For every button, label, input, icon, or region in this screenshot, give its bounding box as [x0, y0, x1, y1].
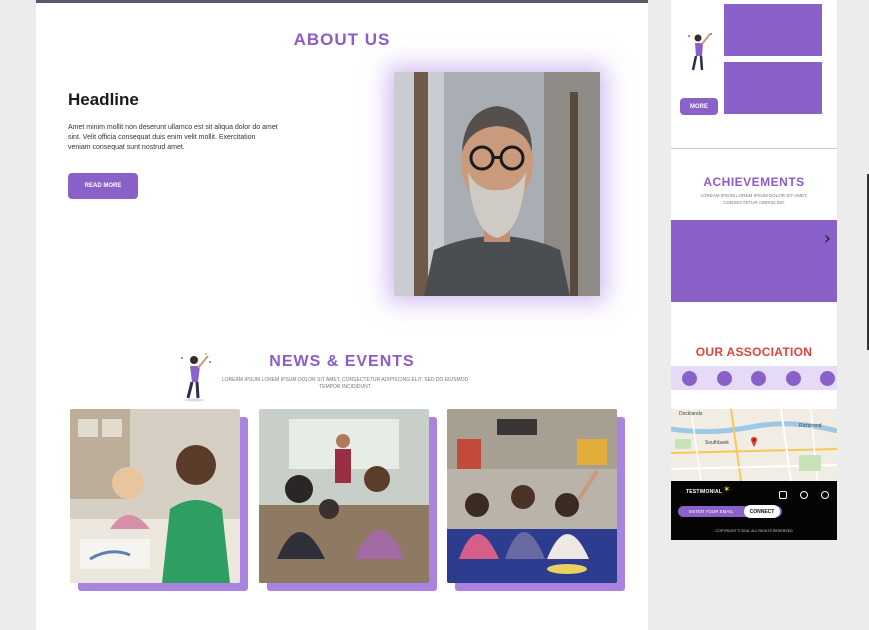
sidebar-panel: MORE ACHIEVEMENTS LOREAM IPSUM LOREM IPS… [671, 0, 837, 540]
news-card-image [70, 409, 240, 583]
headline: Headline [68, 90, 139, 109]
about-body-text: Amet minim mollit non deserunt ullamco e… [68, 124, 278, 151]
chevron-right-icon[interactable]: › [824, 228, 831, 249]
sidebar-box [724, 62, 822, 114]
top-image-strip [36, 0, 648, 3]
copyright-text: COPYRIGHT © 2016. ALL RIGHTS RESERVED [715, 529, 793, 533]
news-card[interactable] [259, 409, 437, 591]
star-icon: ✶ [723, 485, 731, 495]
news-illustration [176, 348, 216, 404]
map-label: Southbank [705, 440, 729, 446]
read-more-button[interactable]: READ MORE [68, 173, 138, 199]
news-subtitle: LOREAM IPSUM LOREM IPSUM DOLOR SIT AMET,… [221, 377, 469, 390]
footer: TESTIMONIAL ✶ ENTER YOUR EMAIL CONNECT C… [671, 481, 837, 540]
news-card-image [259, 409, 429, 583]
sidebar-box [724, 4, 822, 56]
pinterest-icon[interactable] [800, 491, 808, 499]
achievements-title: ACHIEVEMENTS [703, 175, 805, 189]
whatsapp-icon[interactable] [821, 491, 829, 499]
association-title: OUR ASSOCIATION [695, 345, 813, 359]
location-map[interactable]: Docklands Richmond Southbank [671, 409, 837, 481]
association-logos [671, 366, 837, 390]
association-logo[interactable] [751, 371, 766, 386]
testimonial-label[interactable]: TESTIMONIAL [686, 489, 722, 495]
news-title: NEWS & EVENTS [269, 353, 415, 370]
association-logo[interactable] [682, 371, 697, 386]
portrait-image [394, 72, 600, 296]
main-panel: ABOUT US Headline Amet minim mollit non … [36, 0, 648, 630]
instagram-icon[interactable] [779, 491, 787, 499]
news-card-image [447, 409, 617, 583]
achievements-carousel: › [671, 220, 837, 302]
news-card[interactable] [70, 409, 248, 591]
association-logo[interactable] [820, 371, 835, 386]
divider [671, 148, 837, 149]
association-logo[interactable] [717, 371, 732, 386]
association-logo[interactable] [786, 371, 801, 386]
about-title: ABOUT US [293, 30, 391, 49]
map-label: Docklands [679, 411, 703, 417]
connect-button[interactable]: CONNECT [744, 505, 780, 518]
news-card[interactable] [447, 409, 625, 591]
map-label: Richmond [799, 423, 822, 429]
more-button[interactable]: MORE [680, 98, 718, 115]
achievements-subtitle: LOREAM IPSUM LOREM IPSUM DOLOR SIT AMET,… [700, 193, 808, 205]
sidebar-illustration [688, 33, 712, 71]
